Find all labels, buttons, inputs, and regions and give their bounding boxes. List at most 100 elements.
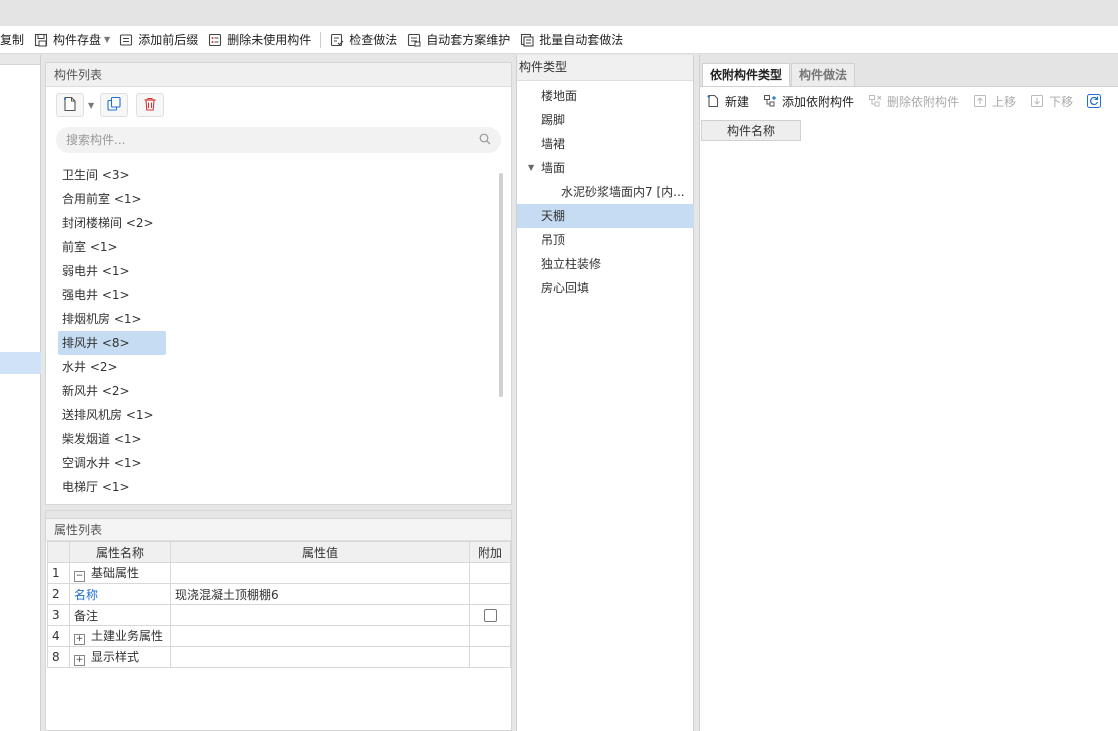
delete-component-button[interactable] bbox=[136, 93, 165, 117]
component-list-panel: 构件列表 ▼ 卫生间 <3> 合用前室 <1> 封闭楼梯间 <2> 前室 <1> bbox=[45, 62, 512, 505]
property-name: 显示样式 bbox=[90, 650, 139, 664]
component-list-scrollbar[interactable] bbox=[499, 173, 503, 397]
list-item[interactable]: 弱电井 <1> bbox=[58, 259, 166, 283]
property-extra-cell bbox=[469, 604, 511, 626]
new-file-icon bbox=[706, 94, 720, 108]
delete-unused-button[interactable]: 删除未使用构件 bbox=[203, 28, 316, 52]
auto-scheme-icon bbox=[407, 33, 421, 47]
copy-component-button[interactable] bbox=[100, 93, 129, 117]
property-extra-cell bbox=[469, 562, 511, 584]
add-prefix-suffix-button[interactable]: 添加前后缀 bbox=[114, 28, 203, 52]
collapse-icon[interactable]: − bbox=[73, 571, 85, 582]
new-component-button[interactable] bbox=[56, 93, 84, 117]
add-prefix-suffix-label: 添加前后缀 bbox=[138, 33, 199, 47]
list-item[interactable]: 强电井 <1> bbox=[58, 283, 166, 307]
table-row[interactable]: 4 + 土建业务属性 bbox=[47, 625, 511, 647]
tree-item[interactable]: 独立柱装修 bbox=[517, 252, 694, 276]
tab-attached-types[interactable]: 依附构件类型 bbox=[702, 63, 791, 86]
new-attached-button[interactable]: 新建 bbox=[706, 93, 749, 110]
component-search-input[interactable] bbox=[66, 133, 479, 147]
list-item-selected[interactable]: 排风井 <8> bbox=[58, 331, 166, 355]
table-row[interactable]: 2 名称 现浇混凝土顶棚棚6 bbox=[47, 583, 511, 605]
delete-attached-icon bbox=[868, 94, 882, 108]
delete-unused-icon bbox=[208, 33, 222, 47]
copy-icon bbox=[106, 96, 122, 115]
list-item[interactable]: 卫生间 <3> bbox=[58, 163, 166, 187]
list-item[interactable]: 电梯厅 <1> bbox=[58, 475, 166, 499]
table-row[interactable]: 1 − 基础属性 bbox=[47, 562, 511, 584]
list-item[interactable]: 水井 <2> bbox=[58, 355, 166, 379]
batch-auto-button[interactable]: 批量自动套做法 bbox=[515, 28, 628, 52]
list-item[interactable]: 前室 <1> bbox=[58, 235, 166, 259]
list-item[interactable]: 排烟机房 <1> bbox=[58, 307, 166, 331]
auto-scheme-button[interactable]: 自动套方案维护 bbox=[402, 28, 515, 52]
component-name-column-header[interactable]: 构件名称 bbox=[701, 120, 801, 141]
row-number: 1 bbox=[47, 562, 70, 584]
table-row[interactable]: 8 + 显示样式 bbox=[47, 646, 511, 668]
left-edge-selected-row[interactable] bbox=[0, 352, 41, 374]
expand-icon[interactable]: + bbox=[73, 655, 85, 666]
main-toolbar: 复制 构件存盘 ▼ 添加前后缀 删除未使用构件 检查做法 自动套方案维护 批量自… bbox=[0, 26, 1118, 54]
tab-component-method[interactable]: 构件做法 bbox=[791, 63, 856, 86]
check-method-button[interactable]: 检查做法 bbox=[325, 28, 402, 52]
row-number: 2 bbox=[47, 583, 70, 605]
attached-toolbar: 新建 添加依附构件 删除依附构件 上移 下移 bbox=[700, 87, 1118, 115]
delete-attached-button[interactable]: 删除依附构件 bbox=[868, 93, 959, 110]
property-value-cell[interactable]: 现浇混凝土顶棚棚6 bbox=[169, 583, 471, 605]
check-method-label: 检查做法 bbox=[349, 33, 398, 47]
new-component-dropdown-icon[interactable]: ▼ bbox=[88, 101, 94, 110]
copy-button[interactable]: 复制 bbox=[0, 28, 29, 52]
property-name-cell: + 显示样式 bbox=[68, 646, 171, 668]
property-panel-splitter[interactable] bbox=[46, 511, 511, 519]
property-list-panel: 属性列表 属性名称 属性值 附加 1 − 基础属性 2 名称 现浇混凝土顶棚棚6 … bbox=[45, 510, 512, 731]
row-number-header bbox=[47, 541, 70, 563]
tree-expand-caret-icon[interactable]: ▼ bbox=[528, 156, 534, 180]
property-extra-cell bbox=[469, 646, 511, 668]
tree-item[interactable]: 墙裙 bbox=[517, 132, 694, 156]
move-up-button[interactable]: 上移 bbox=[973, 93, 1016, 110]
list-item[interactable]: 封闭楼梯间 <2> bbox=[58, 211, 166, 235]
table-row[interactable]: 3 备注 bbox=[47, 604, 511, 626]
list-item[interactable]: 柴发烟道 <1> bbox=[58, 427, 166, 451]
tree-item[interactable]: 楼地面 bbox=[517, 84, 694, 108]
list-item[interactable]: 合用前室 <1> bbox=[58, 187, 166, 211]
property-name-header: 属性名称 bbox=[68, 541, 171, 563]
property-name-cell: − 基础属性 bbox=[68, 562, 171, 584]
title-bar bbox=[0, 0, 1118, 26]
expand-icon[interactable]: + bbox=[73, 634, 85, 645]
tree-item[interactable]: 吊顶 bbox=[517, 228, 694, 252]
property-list-title: 属性列表 bbox=[46, 519, 511, 541]
move-down-button[interactable]: 下移 bbox=[1030, 93, 1073, 110]
tree-item-expanded[interactable]: ▼ 墙面 bbox=[517, 156, 694, 180]
property-name: 备注 bbox=[68, 604, 171, 626]
list-item[interactable]: 新风井 <2> bbox=[58, 379, 166, 403]
list-item[interactable]: 送排风机房 <1> bbox=[58, 403, 166, 427]
save-component-dropdown-icon[interactable]: ▼ bbox=[104, 35, 110, 44]
extra-checkbox[interactable] bbox=[483, 609, 497, 622]
delete-unused-label: 删除未使用构件 bbox=[227, 33, 312, 47]
property-table-header: 属性名称 属性值 附加 bbox=[47, 541, 511, 563]
property-name-cell: + 土建业务属性 bbox=[68, 625, 171, 647]
search-icon[interactable] bbox=[479, 133, 491, 148]
list-item[interactable]: 空调水井 <1> bbox=[58, 451, 166, 475]
arrow-up-icon bbox=[973, 94, 987, 108]
tree-item-selected[interactable]: 天棚 bbox=[517, 204, 694, 228]
attached-component-panel: 依附构件类型 构件做法 新建 添加依附构件 删除依附构件 上移 下移 构件名称 bbox=[699, 55, 1118, 731]
property-value-cell[interactable] bbox=[169, 646, 471, 668]
component-type-panel: 构件类型 楼地面 踢脚 墙裙 ▼ 墙面 水泥砂浆墙面内7 [内... 天棚 吊顶 … bbox=[516, 55, 694, 731]
tree-item-label: 墙面 bbox=[541, 161, 566, 175]
save-component-button[interactable]: 构件存盘 bbox=[29, 28, 106, 52]
add-attached-button[interactable]: 添加依附构件 bbox=[763, 93, 854, 110]
property-value-cell[interactable] bbox=[169, 625, 471, 647]
tree-item[interactable]: 房心回填 bbox=[517, 276, 694, 300]
property-table: 属性名称 属性值 附加 1 − 基础属性 2 名称 现浇混凝土顶棚棚6 3 备注 … bbox=[47, 541, 511, 668]
refresh-button[interactable] bbox=[1087, 94, 1106, 108]
property-value-cell[interactable] bbox=[169, 604, 471, 626]
property-extra-cell bbox=[469, 625, 511, 647]
tree-item[interactable]: 踢脚 bbox=[517, 108, 694, 132]
tree-child-item[interactable]: 水泥砂浆墙面内7 [内... bbox=[517, 180, 694, 204]
component-search-box bbox=[56, 127, 501, 153]
row-number: 3 bbox=[47, 604, 70, 626]
component-type-tree: 楼地面 踢脚 墙裙 ▼ 墙面 水泥砂浆墙面内7 [内... 天棚 吊顶 独立柱装修… bbox=[517, 84, 694, 300]
property-value-cell[interactable] bbox=[169, 562, 471, 584]
